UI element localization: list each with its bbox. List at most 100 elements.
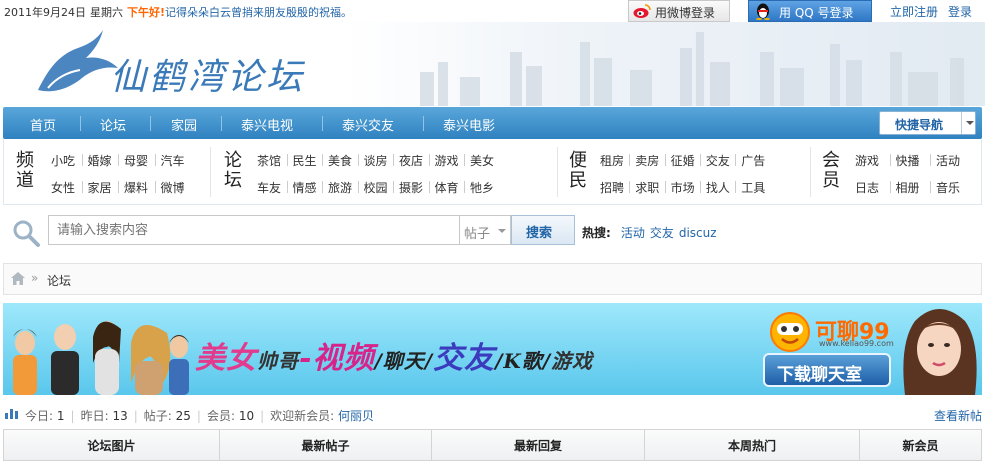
- search-input[interactable]: [48, 215, 459, 245]
- hot-search: 热搜: 活动 交友 discuz: [582, 224, 722, 241]
- category-link[interactable]: 旅游: [328, 179, 352, 196]
- breadcrumb: » 论坛: [3, 263, 982, 295]
- category-link[interactable]: 校园: [364, 179, 388, 196]
- category-link[interactable]: 微博: [161, 179, 185, 196]
- category-link[interactable]: 女性: [51, 179, 75, 196]
- category-link[interactable]: 日志: [855, 179, 879, 196]
- category-separator: [735, 181, 737, 193]
- category-link[interactable]: 工具: [741, 179, 765, 196]
- nav-item-taixing-movie[interactable]: 泰兴电影: [443, 115, 495, 134]
- category-link[interactable]: 母婴: [124, 152, 148, 169]
- site-logo-text[interactable]: 仙鹤湾论坛: [110, 48, 305, 100]
- nav-item-forum[interactable]: 论坛: [100, 115, 126, 134]
- nav-item-home[interactable]: 首页: [30, 115, 56, 134]
- hot-search-term[interactable]: 交友: [650, 226, 674, 240]
- stats-divider: |: [133, 409, 138, 423]
- category-link[interactable]: 汽车: [161, 152, 185, 169]
- account-links: 立即注册 登录: [890, 3, 982, 20]
- category-link[interactable]: 美食: [328, 152, 352, 169]
- category-link[interactable]: 牠乡: [470, 179, 494, 196]
- category-link[interactable]: 谈房: [364, 152, 388, 169]
- nav-item-home-space[interactable]: 家园: [171, 115, 197, 134]
- category-separator: [428, 181, 430, 193]
- quick-nav-dropdown[interactable]: 快捷导航: [879, 111, 976, 135]
- today-count: 1: [56, 409, 65, 423]
- category-link[interactable]: 夜店: [399, 152, 423, 169]
- hot-search-term[interactable]: 活动: [621, 226, 645, 240]
- category-link[interactable]: 征婚: [671, 152, 695, 169]
- category-separator: [357, 181, 359, 193]
- search-type-select[interactable]: 帖子: [459, 215, 511, 245]
- search-button-label: 搜索: [526, 226, 553, 241]
- category-separator: [889, 181, 891, 193]
- category-link[interactable]: 情感: [293, 179, 317, 196]
- ad-banner[interactable]: 美女帅哥-视频/聊天/交友/K歌/游戏 可聊99 www.keliao99.co…: [3, 303, 982, 395]
- category-link[interactable]: 市场: [671, 179, 695, 196]
- category-link[interactable]: 游戏: [435, 152, 459, 169]
- search-button[interactable]: 搜索: [511, 215, 575, 245]
- tab-weekly-hot[interactable]: 本周热门: [645, 430, 860, 460]
- tab-forum-images[interactable]: 论坛图片: [4, 430, 220, 460]
- members-count: 10: [238, 409, 255, 423]
- category-separator: [81, 181, 83, 193]
- portal-tabs: 论坛图片 最新帖子 最新回复 本周热门 新会员: [3, 429, 982, 461]
- category-link[interactable]: 车友: [257, 179, 281, 196]
- category-separator: [154, 181, 156, 193]
- category-separator: [889, 154, 891, 166]
- tab-new-members[interactable]: 新会员: [860, 430, 981, 460]
- new-member-link[interactable]: 何丽贝: [338, 409, 374, 423]
- category-link[interactable]: 快播: [896, 152, 920, 169]
- tab-label: 新会员: [902, 439, 939, 453]
- login-link[interactable]: 登录: [948, 5, 972, 19]
- category-link[interactable]: 摄影: [399, 179, 423, 196]
- download-chatroom-label: 下载聊天室: [777, 365, 862, 385]
- slogan-part: 帅哥: [257, 349, 299, 373]
- download-chatroom-button[interactable]: 下载聊天室: [763, 353, 891, 387]
- category-link[interactable]: 租房: [600, 152, 624, 169]
- tab-latest-posts[interactable]: 最新帖子: [220, 430, 432, 460]
- category-title-forum: 论坛: [224, 150, 242, 191]
- category-link[interactable]: 家居: [88, 179, 112, 196]
- category-link[interactable]: 音乐: [936, 179, 960, 196]
- category-link[interactable]: 体育: [435, 179, 459, 196]
- category-link[interactable]: 小吃: [51, 152, 75, 169]
- category-link[interactable]: 交友: [706, 152, 730, 169]
- category-link[interactable]: 民生: [293, 152, 317, 169]
- qq-login-label: 用 QQ 号登录: [779, 6, 854, 20]
- nav-separator: [221, 116, 222, 131]
- posts-count: 25: [175, 409, 191, 423]
- view-new-posts-link[interactable]: 查看新帖: [934, 407, 982, 424]
- category-link[interactable]: 婚嫁: [88, 152, 112, 169]
- category-link[interactable]: 活动: [936, 152, 960, 169]
- weibo-login-button[interactable]: 用微博登录: [628, 0, 730, 22]
- banner-brand: 可聊99 www.keliao99.com: [765, 311, 894, 352]
- category-link[interactable]: 茶馆: [257, 152, 281, 169]
- category-link[interactable]: 卖房: [635, 152, 659, 169]
- nav-separator: [423, 116, 424, 131]
- category-link[interactable]: 美女: [470, 152, 494, 169]
- tab-label: 本周热门: [727, 439, 776, 453]
- breadcrumb-current[interactable]: 论坛: [47, 272, 71, 289]
- category-link[interactable]: 相册: [896, 179, 920, 196]
- category-link[interactable]: 找人: [706, 179, 730, 196]
- category-link[interactable]: 爆料: [124, 179, 148, 196]
- qq-login-button[interactable]: 用 QQ 号登录: [748, 0, 872, 22]
- category-link[interactable]: 求职: [635, 179, 659, 196]
- category-link[interactable]: 游戏: [855, 152, 879, 169]
- category-separator: [629, 154, 631, 166]
- category-separator: [357, 154, 359, 166]
- nav-separator: [80, 116, 81, 131]
- category-link[interactable]: 广告: [741, 152, 765, 169]
- category-separator: [322, 154, 323, 166]
- home-icon[interactable]: [11, 272, 25, 285]
- category-separator: [286, 154, 288, 166]
- category-separator: [930, 181, 931, 193]
- register-link[interactable]: 立即注册: [890, 5, 938, 19]
- category-separator: [154, 154, 156, 166]
- nav-item-taixing-dating[interactable]: 泰兴交友: [342, 115, 394, 134]
- category-link[interactable]: 招聘: [600, 179, 624, 196]
- nav-item-taixing-tv[interactable]: 泰兴电视: [241, 115, 293, 134]
- tab-latest-replies[interactable]: 最新回复: [432, 430, 645, 460]
- hot-search-term[interactable]: discuz: [679, 226, 717, 240]
- category-title-service: 便民: [569, 150, 587, 191]
